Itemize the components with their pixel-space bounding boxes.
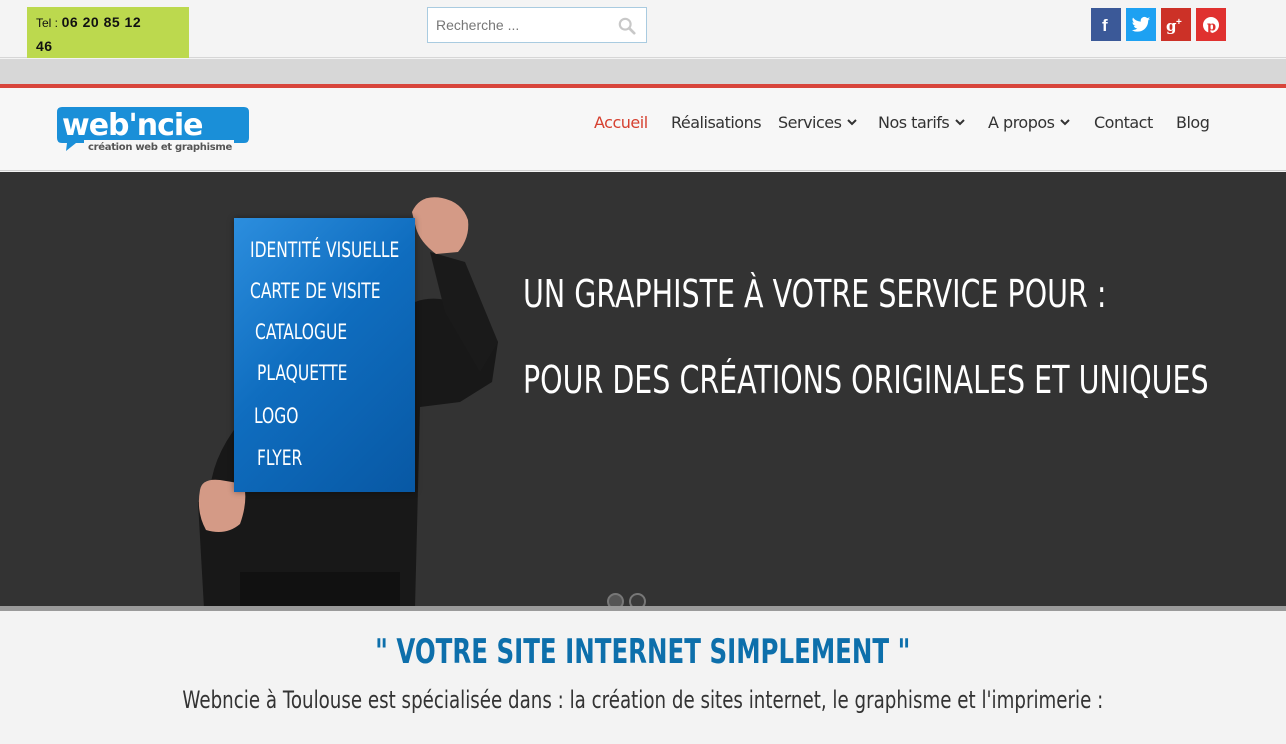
poster-item: CARTE DE VISITE bbox=[250, 279, 381, 303]
nav-blog-label: Blog bbox=[1176, 112, 1210, 132]
nav-nos-tarifs-label: Nos tarifs bbox=[878, 112, 950, 132]
tagline-text: " VOTRE SITE INTERNET SIMPLEMENT " bbox=[375, 632, 911, 672]
site-tagline: " VOTRE SITE INTERNET SIMPLEMENT " bbox=[0, 632, 1286, 672]
poster-item: FLYER bbox=[257, 446, 303, 470]
intro-text-content: Webncie à Toulouse est spécialisée dans … bbox=[182, 686, 1104, 714]
google-plus-icon: g + bbox=[1166, 17, 1182, 34]
facebook-button[interactable]: f bbox=[1091, 8, 1121, 41]
chevron-down-icon bbox=[847, 119, 858, 126]
top-bar: Tel : 06 20 85 12 46 f g+ p bbox=[0, 0, 1286, 58]
hero-bottom-band bbox=[0, 606, 1286, 611]
chevron-down-icon bbox=[1060, 119, 1071, 126]
nav-contact[interactable]: Contact bbox=[1094, 110, 1153, 134]
phone-number-end[interactable]: 46 bbox=[36, 38, 53, 54]
nav-a-propos-label: A propos bbox=[988, 112, 1055, 132]
poster-item: LOGO bbox=[254, 404, 299, 428]
webncie-logo[interactable]: web'ncie création web et graphisme bbox=[56, 105, 250, 153]
svg-text:web'ncie: web'ncie bbox=[62, 108, 203, 143]
phone-number[interactable]: 06 20 85 12 bbox=[62, 14, 141, 30]
nav-blog[interactable]: Blog bbox=[1176, 110, 1210, 134]
poster-item: PLAQUETTE bbox=[257, 361, 348, 385]
hero-subheadline: POUR DES CRÉATIONS ORIGINALES ET UNIQUES bbox=[523, 358, 1209, 402]
nav-nos-tarifs[interactable]: Nos tarifs bbox=[878, 110, 966, 134]
site-header: web'ncie création web et graphisme Accue… bbox=[0, 88, 1286, 171]
services-poster: IDENTITÉ VISUELLE CARTE DE VISITE CATALO… bbox=[234, 218, 415, 492]
pinterest-button[interactable]: p bbox=[1196, 8, 1226, 41]
nav-accueil[interactable]: Accueil bbox=[594, 110, 648, 134]
nav-accueil-label: Accueil bbox=[594, 112, 648, 132]
twitter-icon bbox=[1131, 16, 1151, 32]
phone-label: Tel : bbox=[36, 16, 59, 30]
nav-services-label: Services bbox=[778, 112, 842, 132]
nav-realisations[interactable]: Réalisations bbox=[671, 110, 762, 134]
poster-item: CATALOGUE bbox=[255, 320, 348, 344]
svg-text:p: p bbox=[1207, 19, 1216, 34]
twitter-button[interactable] bbox=[1126, 8, 1156, 41]
pinterest-icon: p bbox=[1203, 16, 1219, 34]
search-box bbox=[427, 7, 647, 43]
nav-contact-label: Contact bbox=[1094, 112, 1153, 132]
chevron-down-icon bbox=[955, 119, 965, 126]
search-input[interactable] bbox=[428, 8, 608, 42]
phone-box: Tel : 06 20 85 12 46 bbox=[27, 7, 189, 58]
svg-text:+: + bbox=[1176, 17, 1182, 28]
nav-realisations-label: Réalisations bbox=[671, 112, 762, 132]
hero-headline: UN GRAPHISTE À VOTRE SERVICE POUR : bbox=[523, 272, 1107, 316]
logo-tagline: création web et graphisme bbox=[88, 141, 232, 153]
hero-slider: IDENTITÉ VISUELLE CARTE DE VISITE CATALO… bbox=[0, 172, 1286, 608]
svg-text:f: f bbox=[1102, 16, 1108, 34]
poster-item: IDENTITÉ VISUELLE bbox=[250, 238, 400, 262]
nav-a-propos[interactable]: A propos bbox=[988, 110, 1071, 134]
intro-text: Webncie à Toulouse est spécialisée dans … bbox=[0, 686, 1286, 714]
facebook-icon: f bbox=[1102, 16, 1108, 34]
nav-services[interactable]: Services bbox=[778, 110, 858, 134]
google-plus-button[interactable]: g + bbox=[1161, 8, 1191, 41]
search-icon[interactable] bbox=[618, 17, 636, 35]
grey-band bbox=[0, 59, 1286, 84]
